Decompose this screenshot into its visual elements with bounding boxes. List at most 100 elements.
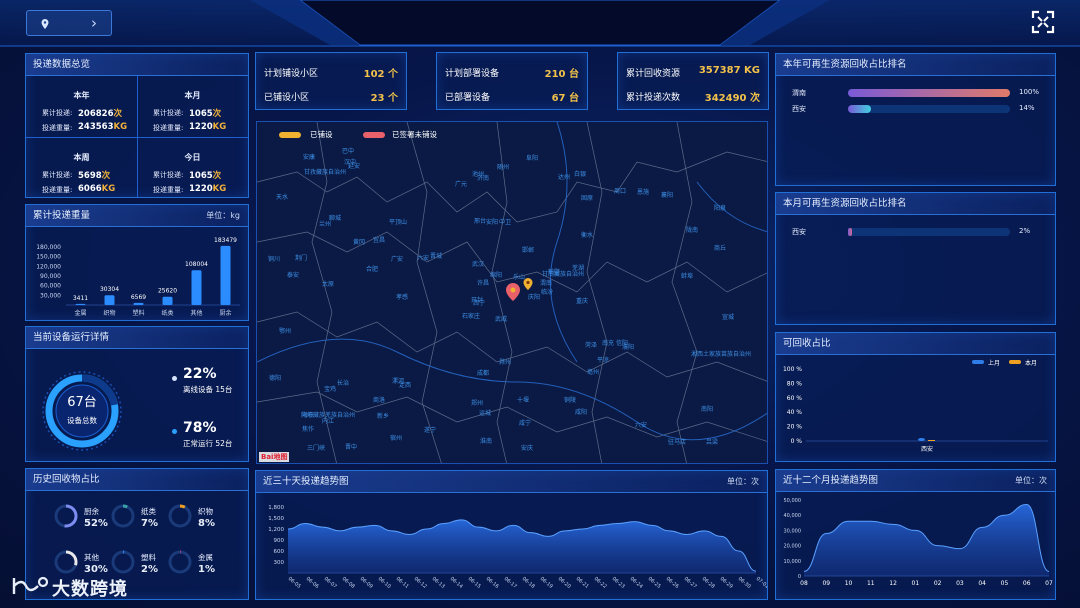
history-item-name: 金属 — [198, 553, 213, 562]
map-city-label: 陇南 — [686, 227, 699, 234]
trend12-xtick: 10 — [845, 580, 853, 587]
trend12-ytick: 40,000 — [784, 513, 802, 519]
trend30-xtick: 06-27 — [683, 576, 698, 590]
trend30-xtick: 06-20 — [557, 576, 572, 590]
trend12-xtick: 12 — [889, 580, 897, 587]
summary-count-number: 206826 — [78, 109, 114, 119]
rank-bar-fill — [848, 89, 1010, 97]
map-city-label: 咸宁 — [519, 420, 532, 427]
weight-category: 其他 — [190, 309, 202, 317]
weight-category: 纸类 — [161, 309, 173, 317]
map-city-label: 固原 — [581, 195, 594, 202]
map-marker-signed[interactable] — [505, 283, 521, 301]
map-city-label: 襄阳 — [661, 192, 674, 199]
map-city-label: 蚌埠 — [681, 273, 694, 280]
summary-weight-unit: KG — [113, 122, 128, 132]
trend12-panel: 近十二个月投递趋势图 单位：次 50,000 40,000 30,000 20,000… — [775, 469, 1056, 600]
weight-category: 塑料 — [132, 309, 144, 317]
map-city-label: 驻马店 — [668, 439, 687, 446]
map-city-label: 六安 — [417, 255, 430, 262]
trend12-xtick: 07 — [1045, 580, 1053, 587]
summary-weight-number: 6066 — [78, 184, 102, 194]
map-city-label: 亳州 — [587, 369, 600, 376]
map-city-label: 鄂州 — [279, 328, 292, 335]
map-city-label: 铜陵 — [564, 397, 577, 404]
map-marker-laid[interactable] — [523, 278, 533, 290]
map-city-label: 遂宁 — [424, 427, 437, 434]
online-percent: 78% — [183, 420, 217, 436]
history-item-percent: 30% — [84, 564, 108, 575]
map-city-label: 鹤壁 — [548, 269, 561, 276]
map-panel[interactable]: 武威 兰州 西宁 海东 甘南藏族自治州 定西 白银 中卫 固原 庆阳 延安 吕梁 太原 阳泉 石家庄 衡水 晋中… — [256, 121, 768, 464]
map-city-label: 咸阳 — [575, 409, 588, 416]
map-city-label: 滁州 — [499, 359, 512, 366]
summary-weight-label: 投递重量: — [42, 124, 73, 132]
map-city-label: 湘西土家族苗族自治州 — [691, 351, 752, 358]
fullscreen-icon[interactable] — [1031, 10, 1055, 34]
rank-bar-track — [848, 105, 1010, 113]
delivery-count-value: 342490 次 — [704, 93, 760, 104]
map-city-label: 渭南 — [540, 280, 553, 287]
map-city-label: 太原 — [322, 281, 335, 288]
location-selector[interactable]: › — [26, 10, 112, 36]
map-city-label: 南充 — [602, 340, 615, 347]
map-city-label: 邢台 — [474, 218, 487, 225]
trend30-xtick: 06-12 — [413, 576, 428, 590]
map-city-label: 成都 — [477, 370, 490, 377]
trend30-xtick: 06-30 — [737, 576, 752, 590]
rank-month-title: 本月可再生资源回收占比排名 — [776, 193, 1055, 215]
trend30-xtick: 06-14 — [449, 576, 464, 590]
weight-ytick: 180,000 — [36, 244, 61, 251]
stat-box-communities: 计划铺设小区 102 个 已铺设小区 23 个 — [255, 52, 407, 110]
weight-bar — [104, 295, 115, 305]
delivery-count-label: 累计投递次数 — [626, 93, 681, 103]
device-panel: 当前设备运行详情 67台 设备总数 22% 离线设备 15台 78% 正常运行 … — [25, 326, 249, 462]
trend30-xtick: 06-09 — [359, 576, 374, 590]
recover-ytick: 20 % — [787, 424, 803, 431]
trend12-xtick: 08 — [800, 580, 808, 587]
weight-bar-chart: 180,000 150,000 120,000 90,000 60,000 30,000 3… — [36, 237, 240, 317]
header-frame — [0, 0, 1080, 47]
summary-period: 本年 — [73, 91, 90, 100]
recover-bar-last — [918, 438, 925, 441]
map-city-label: 孝感 — [396, 294, 409, 301]
recover-ytick: 40 % — [787, 409, 803, 416]
summary-panel: 投递数据总览 本年 累计投递: 206826次 投递重量: 243563KG 本月 累计投递… — [25, 53, 249, 198]
map-city-label: 广安 — [391, 256, 404, 263]
legend-signed-swatch — [363, 132, 385, 138]
history-ring — [111, 550, 135, 574]
summary-count-value: 1065次 — [189, 169, 221, 181]
trend30-xtick: 06-17 — [503, 576, 518, 590]
trend12-xtick: 11 — [867, 580, 875, 587]
history-item-percent: 8% — [198, 518, 215, 529]
device-total: 67台 — [67, 395, 97, 410]
map-city-label: 达州 — [558, 174, 571, 181]
chevron-right-icon: › — [91, 14, 97, 32]
map-city-label: 临汾 — [541, 289, 554, 296]
summary-weight-label: 投递重量: — [42, 186, 73, 194]
trend30-xtick: 06-29 — [719, 576, 734, 590]
legend-laid-swatch — [279, 132, 301, 138]
offline-percent: 22% — [183, 366, 217, 382]
trend30-unit: 单位：次 — [727, 477, 759, 486]
weight-ytick: 60,000 — [40, 283, 61, 290]
summary-count-value: 5698次 — [78, 169, 110, 181]
map-city-label: 许昌 — [477, 280, 490, 287]
map-city-label: 安康 — [303, 154, 316, 161]
map-city-label: 南阳 — [701, 406, 714, 413]
rank-bar-fill — [848, 228, 852, 236]
map-city-label: 邯郸 — [522, 247, 535, 254]
summary-count-unit: 次 — [113, 109, 123, 119]
trend30-xtick: 06-06 — [305, 576, 320, 590]
map-city-label: 池州 — [472, 171, 485, 178]
map-city-label: 甘孜藏族自治州 — [304, 169, 347, 176]
offline-label: 离线设备 15台 — [183, 385, 233, 394]
map-city-label: 晋城 — [430, 253, 443, 260]
map-city-label: 庆阳 — [528, 294, 541, 301]
history-item-percent: 2% — [141, 564, 158, 575]
trend12-ytick: 20,000 — [784, 544, 802, 550]
summary-count-unit: 次 — [101, 171, 111, 181]
map-city-label: 荆门 — [295, 255, 308, 262]
trend30-xtick: 06-23 — [611, 576, 626, 590]
summary-weight-value: 6066KG — [78, 184, 115, 194]
